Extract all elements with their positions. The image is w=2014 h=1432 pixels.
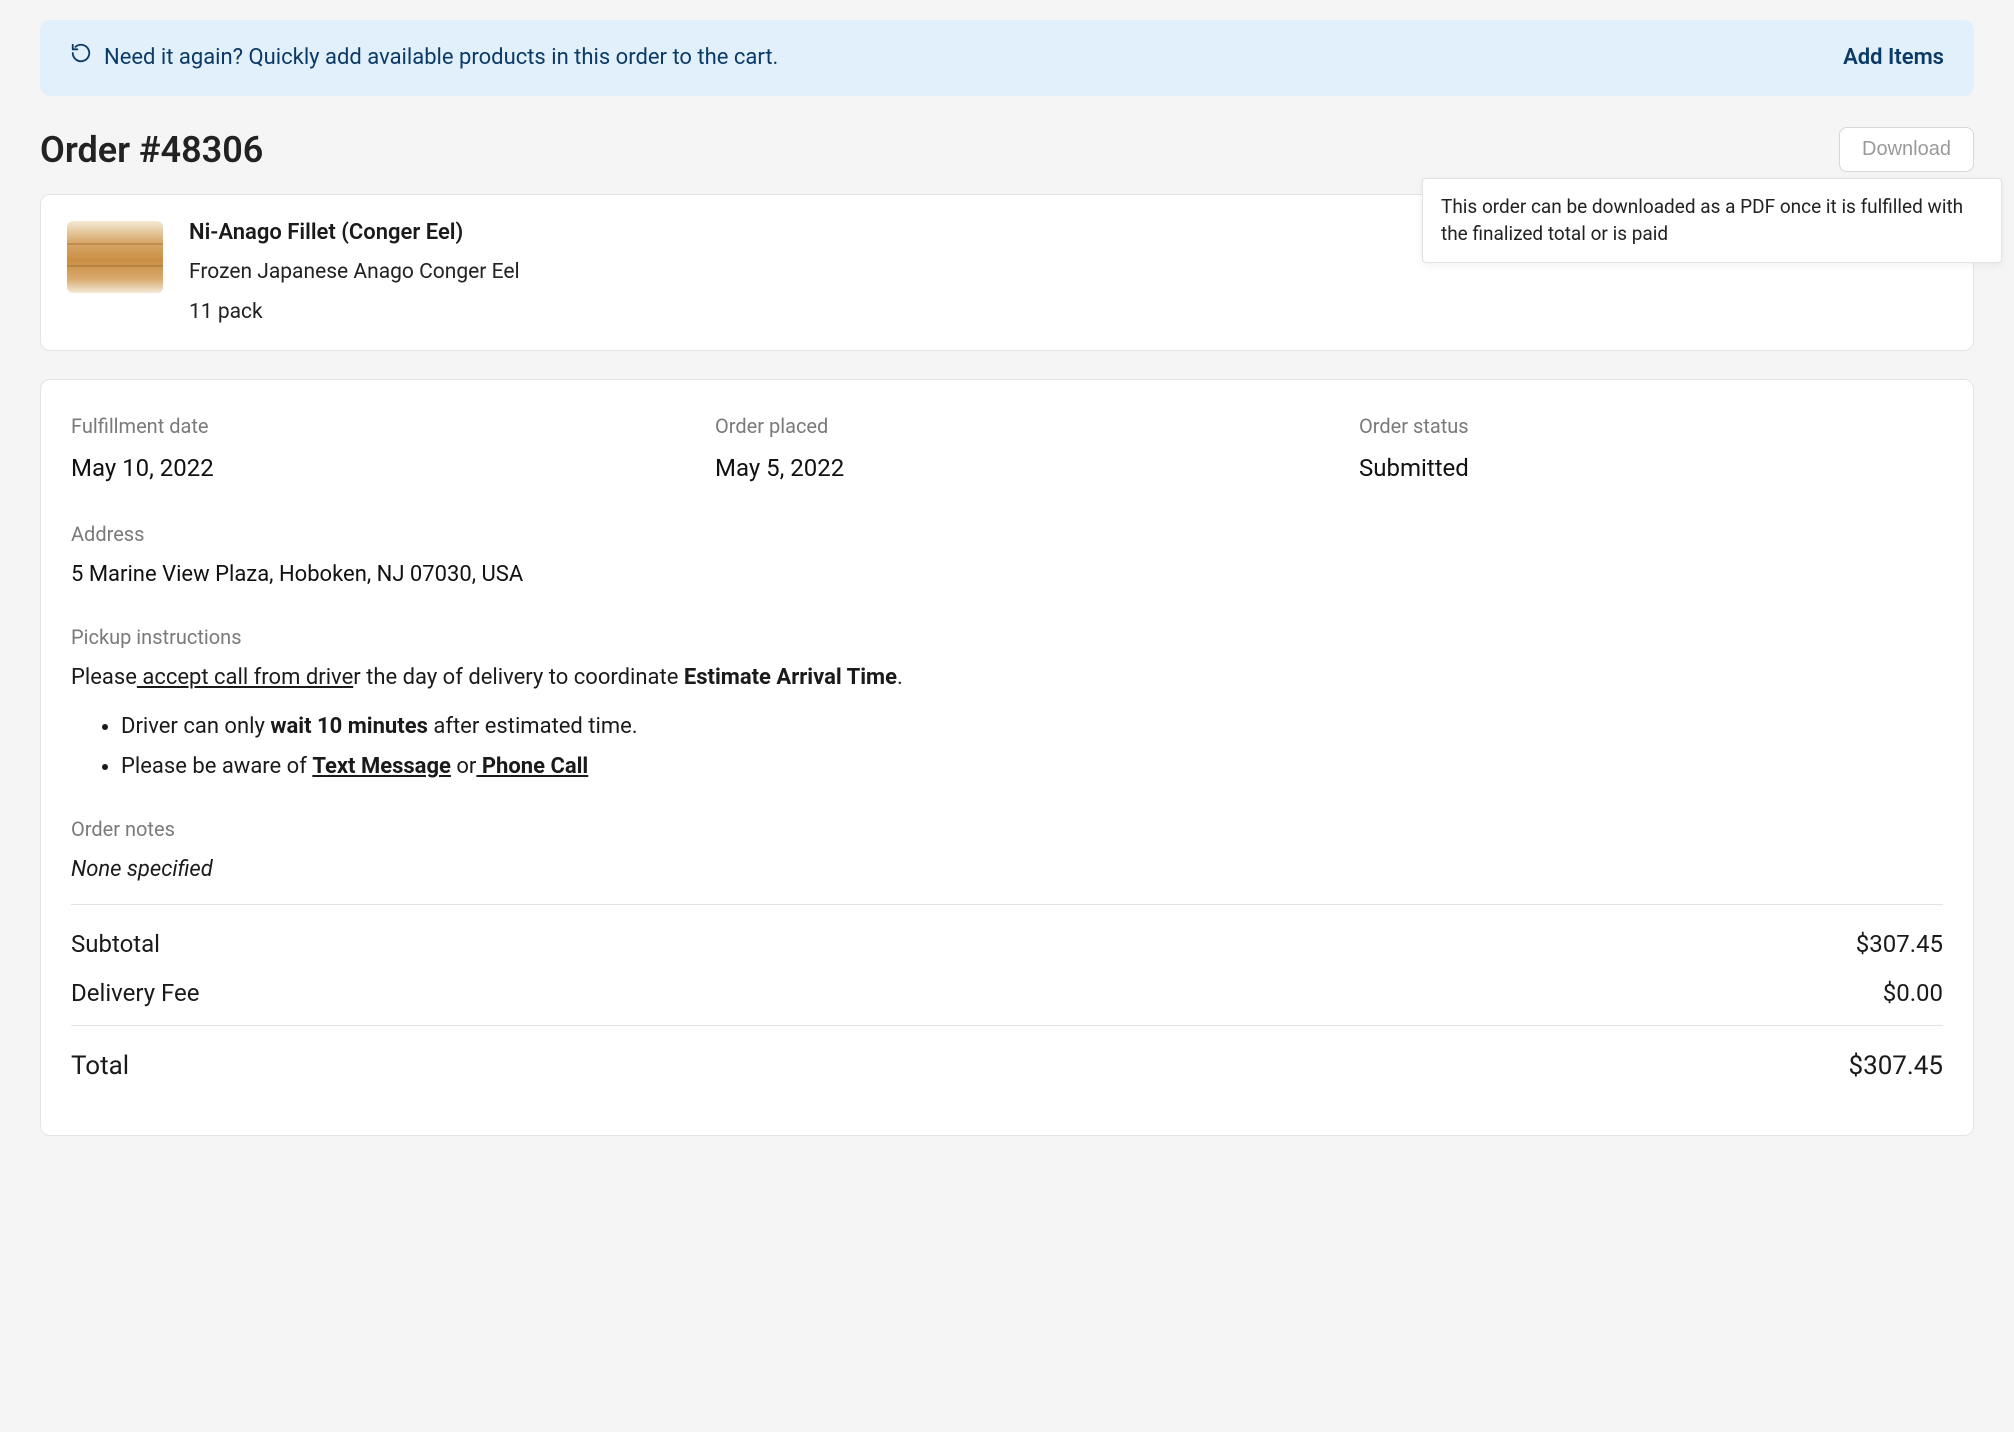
product-quantity: 11 pack — [189, 297, 520, 327]
order-status-block: Order status Submitted — [1359, 412, 1943, 486]
banner-message: Need it again? Quickly add available pro… — [70, 42, 778, 74]
order-status-label: Order status — [1359, 412, 1943, 441]
address-section: Address 5 Marine View Plaza, Hoboken, NJ… — [71, 520, 1943, 591]
order-notes-label: Order notes — [71, 815, 1943, 844]
instr-bold: Estimate Arrival Time — [684, 665, 897, 690]
total-row: Total $307.45 — [71, 1048, 1943, 1086]
order-meta: Fulfillment date May 10, 2022 Order plac… — [71, 412, 1943, 486]
fulfillment-date-label: Fulfillment date — [71, 412, 655, 441]
instr-prefix: Please — [71, 665, 137, 690]
instr-bullet-1: Driver can only wait 10 minutes after es… — [121, 711, 1943, 743]
delivery-fee-label: Delivery Fee — [71, 976, 199, 1011]
instr-suffix: . — [897, 665, 903, 690]
subtotal-label: Subtotal — [71, 927, 160, 962]
order-notes-section: Order notes None specified — [71, 815, 1943, 886]
address-value: 5 Marine View Plaza, Hoboken, NJ 07030, … — [71, 559, 1943, 591]
order-placed-block: Order placed May 5, 2022 — [715, 412, 1299, 486]
subtotal-value: $307.45 — [1856, 927, 1943, 962]
fulfillment-date-block: Fulfillment date May 10, 2022 — [71, 412, 655, 486]
add-items-button[interactable]: Add Items — [1843, 42, 1944, 74]
order-notes-value: None specified — [71, 854, 1943, 886]
fulfillment-date-value: May 10, 2022 — [71, 451, 655, 486]
instr-mid: r the day of delivery to coordinate — [353, 665, 684, 690]
title-row: Order #48306 Download This order can be … — [40, 124, 1974, 176]
order-placed-value: May 5, 2022 — [715, 451, 1299, 486]
instr-bullet-2: Please be aware of Text Message or Phone… — [121, 751, 1943, 783]
pickup-instructions-section: Pickup instructions Please accept call f… — [71, 623, 1943, 784]
address-label: Address — [71, 520, 1943, 549]
total-label: Total — [71, 1048, 129, 1086]
product-description: Frozen Japanese Anago Conger Eel — [189, 257, 520, 287]
order-details-card: Fulfillment date May 10, 2022 Order plac… — [40, 379, 1974, 1137]
download-button[interactable]: Download — [1839, 127, 1974, 172]
delivery-fee-value: $0.00 — [1883, 976, 1943, 1011]
divider — [71, 1025, 1943, 1026]
order-placed-label: Order placed — [715, 412, 1299, 441]
download-tooltip: This order can be downloaded as a PDF on… — [1422, 178, 2002, 263]
total-value: $307.45 — [1848, 1048, 1943, 1086]
reorder-banner: Need it again? Quickly add available pro… — [40, 20, 1974, 96]
product-name: Ni-Anago Fillet (Conger Eel) — [189, 217, 520, 249]
history-icon — [70, 42, 92, 74]
delivery-fee-row: Delivery Fee $0.00 — [71, 976, 1943, 1011]
product-thumbnail — [67, 221, 163, 293]
instr-underline: accept call from drive — [137, 665, 353, 690]
banner-text: Need it again? Quickly add available pro… — [104, 42, 778, 74]
pickup-instructions-body: Please accept call from driver the day o… — [71, 662, 1943, 784]
subtotal-row: Subtotal $307.45 — [71, 927, 1943, 962]
line-item-text: Ni-Anago Fillet (Conger Eel) Frozen Japa… — [189, 217, 520, 328]
page-title: Order #48306 — [40, 124, 263, 176]
order-status-value: Submitted — [1359, 451, 1943, 486]
pickup-instructions-label: Pickup instructions — [71, 623, 1943, 652]
divider — [71, 904, 1943, 905]
